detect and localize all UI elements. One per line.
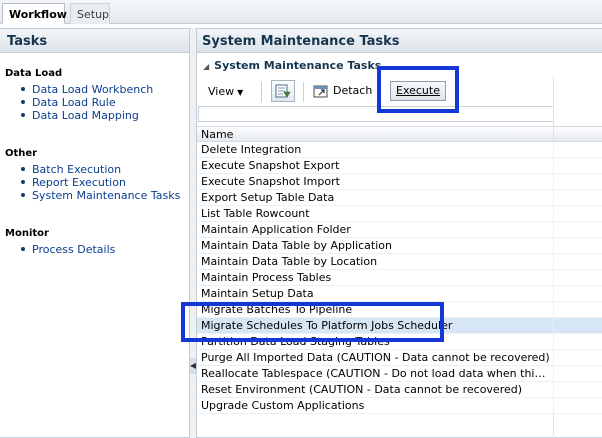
task-group-data-load: Data Load Data Load Workbench Data Load … <box>5 68 153 122</box>
execute-button[interactable]: Execute <box>390 81 446 101</box>
column-header-name[interactable]: Name <box>201 128 233 141</box>
column-divider <box>553 238 554 254</box>
table-row[interactable]: Reset Environment (CAUTION - Data cannot… <box>197 382 602 398</box>
toolbar-separator <box>303 82 304 102</box>
task-link-data-load-mapping[interactable]: Data Load Mapping <box>20 109 153 122</box>
table-row[interactable]: Migrate Schedules To Platform Jobs Sched… <box>197 318 602 334</box>
task-link-system-maintenance-tasks[interactable]: System Maintenance Tasks <box>20 189 180 202</box>
task-group-other: Other Batch Execution Report Execution S… <box>5 148 180 202</box>
system-maintenance-panel: System Maintenance Tasks ◢ System Mainten… <box>196 28 602 438</box>
task-name-cell: Execute Snapshot Export <box>201 159 340 172</box>
view-menu-label: View <box>208 85 235 98</box>
toolbar-separator <box>261 82 262 102</box>
task-name-cell: Upgrade Custom Applications <box>201 399 365 412</box>
task-link-data-load-rule[interactable]: Data Load Rule <box>20 96 153 109</box>
table-toolbar: View ▼ Detach Execute <box>197 79 602 105</box>
task-table-body: Delete Integration Execute Snapshot Expor… <box>197 142 602 414</box>
section-title: System Maintenance Tasks <box>214 59 382 72</box>
column-divider <box>553 382 554 398</box>
execute-label: Execute <box>396 84 440 97</box>
view-menu[interactable]: View ▼ <box>208 85 243 98</box>
column-divider <box>553 206 554 222</box>
task-name-cell: Purge All Imported Data (CAUTION - Data … <box>201 351 550 364</box>
column-divider <box>553 302 554 318</box>
task-name-cell: Maintain Data Table by Location <box>201 255 378 268</box>
column-divider <box>553 142 554 158</box>
tab-workflow[interactable]: Workflow <box>2 3 67 24</box>
top-tab-bar: Workflow Setup <box>0 0 602 24</box>
section-header: ◢ System Maintenance Tasks <box>197 59 602 77</box>
column-divider <box>553 254 554 270</box>
column-divider <box>553 270 554 286</box>
column-divider <box>553 158 554 174</box>
table-row[interactable]: Execute Snapshot Import <box>197 174 602 190</box>
table-row[interactable]: Partition Data Load Staging Tables <box>197 334 602 350</box>
chevron-down-icon: ▼ <box>237 88 244 97</box>
column-divider <box>553 366 554 382</box>
table-row[interactable]: Purge All Imported Data (CAUTION - Data … <box>197 350 602 366</box>
column-divider <box>553 398 554 414</box>
table-row[interactable]: Delete Integration <box>197 142 602 158</box>
detach-label: Detach <box>333 84 373 97</box>
table-row[interactable]: Maintain Application Folder <box>197 222 602 238</box>
query-by-example-icon <box>275 84 291 98</box>
query-by-example-button[interactable] <box>271 80 295 102</box>
table-row[interactable]: Export Setup Table Data <box>197 190 602 206</box>
table-row[interactable]: Reallocate Tablespace (CAUTION - Do not … <box>197 366 602 382</box>
table-row[interactable]: Upgrade Custom Applications <box>197 398 602 414</box>
task-link-process-details[interactable]: Process Details <box>20 243 115 256</box>
task-group-title: Other <box>5 148 38 159</box>
table-row[interactable]: Migrate Batches To Pipeline <box>197 302 602 318</box>
table-row[interactable]: Maintain Data Table by Location <box>197 254 602 270</box>
task-group-title: Data Load <box>5 68 63 79</box>
task-name-cell: List Table Rowcount <box>201 207 310 220</box>
collapse-triangle-icon[interactable]: ◢ <box>203 62 209 71</box>
column-divider <box>553 190 554 206</box>
task-group-title: Monitor <box>5 228 49 239</box>
tasks-panel: Tasks Data Load Data Load Workbench Data… <box>0 28 190 438</box>
column-divider <box>553 334 554 350</box>
column-divider <box>553 350 554 366</box>
table-row[interactable]: List Table Rowcount <box>197 206 602 222</box>
column-divider <box>553 222 554 238</box>
task-group-monitor: Monitor Process Details <box>5 228 115 256</box>
task-name-cell: Execute Snapshot Import <box>201 175 340 188</box>
toolbar-separator <box>378 82 379 102</box>
task-link-data-load-workbench[interactable]: Data Load Workbench <box>20 83 153 96</box>
task-name-cell: Maintain Application Folder <box>201 223 351 236</box>
task-name-cell: Migrate Batches To Pipeline <box>201 303 353 316</box>
filter-row[interactable] <box>198 106 554 122</box>
column-divider <box>553 174 554 190</box>
task-name-cell: Migrate Schedules To Platform Jobs Sched… <box>201 319 453 332</box>
column-divider <box>553 286 554 302</box>
task-link-report-execution[interactable]: Report Execution <box>20 176 180 189</box>
table-row[interactable]: Maintain Process Tables <box>197 270 602 286</box>
right-panel-title: System Maintenance Tasks <box>197 29 602 53</box>
table-row[interactable]: Maintain Setup Data <box>197 286 602 302</box>
task-link-batch-execution[interactable]: Batch Execution <box>20 163 180 176</box>
task-name-cell: Reset Environment (CAUTION - Data cannot… <box>201 383 523 396</box>
task-name-cell: Partition Data Load Staging Tables <box>201 335 390 348</box>
column-divider <box>553 318 554 334</box>
task-name-cell: Delete Integration <box>201 143 302 156</box>
table-row[interactable]: Maintain Data Table by Application <box>197 238 602 254</box>
task-name-cell: Maintain Setup Data <box>201 287 314 300</box>
tab-setup[interactable]: Setup <box>70 3 110 24</box>
task-name-cell: Export Setup Table Data <box>201 191 335 204</box>
task-name-cell: Maintain Process Tables <box>201 271 332 284</box>
task-name-cell: Maintain Data Table by Application <box>201 239 392 252</box>
name-filter-input[interactable] <box>199 107 553 121</box>
detach-icon <box>313 85 328 98</box>
table-row[interactable]: Execute Snapshot Export <box>197 158 602 174</box>
task-name-cell: Reallocate Tablespace (CAUTION - Do not … <box>201 367 551 380</box>
table-header: Name <box>197 126 602 142</box>
tasks-panel-title: Tasks <box>0 29 189 53</box>
